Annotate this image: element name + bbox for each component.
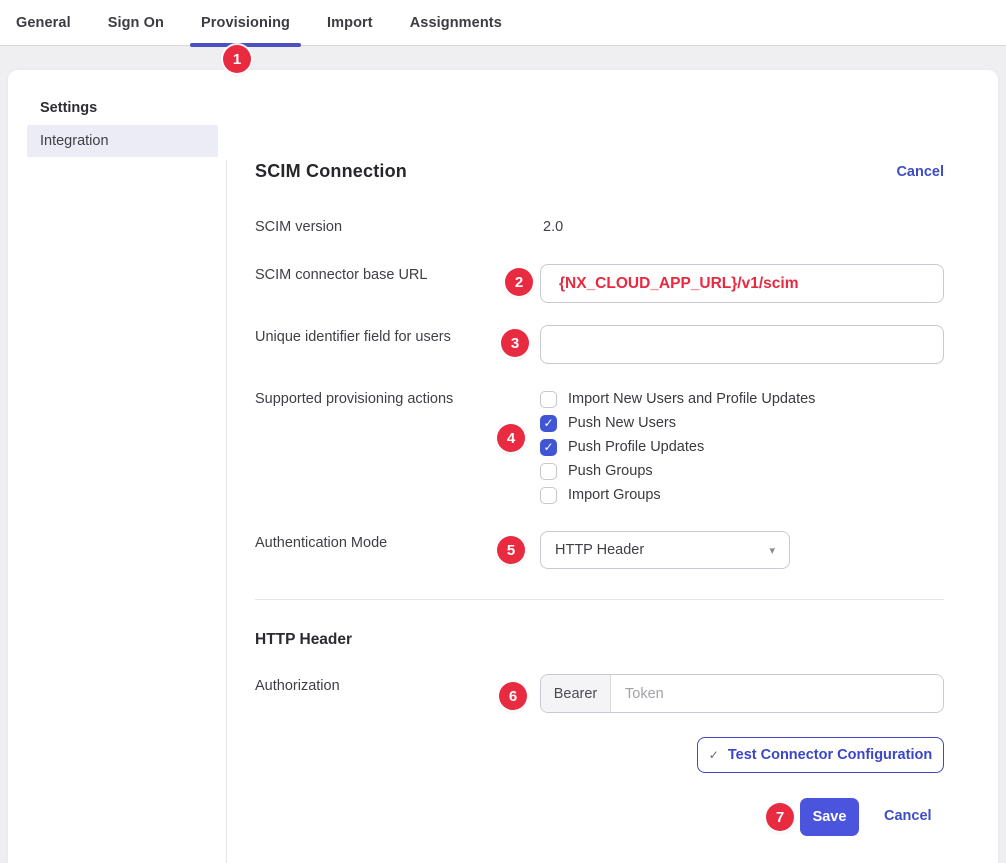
tab-provisioning[interactable]: Provisioning [201,0,290,46]
tab-assignments[interactable]: Assignments [410,0,502,46]
step-badge-6: 6 [499,682,527,710]
option-row-push-new-users: ✓ Push New Users [540,411,676,435]
option-label: Import New Users and Profile Updates [568,391,815,407]
auth-mode-label: Authentication Mode [255,535,387,551]
scim-version-label: SCIM version [255,219,342,235]
auth-mode-selected-value: HTTP Header [555,542,644,558]
test-connector-configuration-button[interactable]: ✓ Test Connector Configuration [697,737,944,773]
sidebar-item-integration[interactable]: Integration [27,125,218,157]
step-badge-3: 3 [501,329,529,357]
checkbox-push-groups[interactable]: ✓ [540,463,557,480]
step-badge-1: 1 [223,45,251,73]
step-badge-4: 4 [497,424,525,452]
option-row-push-profile-updates: ✓ Push Profile Updates [540,435,704,459]
checkbox-import-groups[interactable]: ✓ [540,487,557,504]
sidebar-section-settings: Settings [40,100,97,116]
check-icon: ✓ [543,441,553,453]
checkbox-push-new-users[interactable]: ✓ [540,415,557,432]
authorization-label: Authorization [255,678,340,694]
check-icon: ✓ [543,417,553,429]
auth-mode-select[interactable]: HTTP Header ▾ [540,531,790,569]
section-divider [255,599,944,600]
provisioning-actions-label: Supported provisioning actions [255,391,453,407]
unique-identifier-label: Unique identifier field for users [255,329,451,345]
option-row-push-groups: ✓ Push Groups [540,459,653,483]
checkbox-push-profile-updates[interactable]: ✓ [540,439,557,456]
sidebar-item-label: Integration [40,133,109,149]
step-badge-7: 7 [766,803,794,831]
authorization-input-group: Bearer [540,674,944,713]
tab-general[interactable]: General [16,0,71,46]
step-badge-5: 5 [497,536,525,564]
step-badge-2: 2 [505,268,533,296]
option-label: Push Groups [568,463,653,479]
base-url-label: SCIM connector base URL [255,267,427,283]
base-url-input[interactable] [540,264,944,303]
checkbox-import-new-users[interactable]: ✓ [540,391,557,408]
option-label: Import Groups [568,487,661,503]
check-icon: ✓ [709,748,719,762]
token-input[interactable] [611,675,943,712]
option-row-import-new-users: ✓ Import New Users and Profile Updates [540,387,815,411]
http-header-section-title: HTTP Header [255,631,352,649]
cancel-link-top[interactable]: Cancel [896,164,944,180]
sidebar-divider [226,160,227,863]
app-tab-bar: General Sign On Provisioning Import Assi… [0,0,1006,46]
cancel-link-bottom[interactable]: Cancel [884,808,932,824]
option-row-import-groups: ✓ Import Groups [540,483,661,507]
option-label: Push New Users [568,415,676,431]
page-title: SCIM Connection [255,161,407,182]
bearer-prefix-label: Bearer [541,675,611,712]
save-button[interactable]: Save [800,798,859,836]
chevron-down-icon: ▾ [769,544,775,557]
tab-sign-on[interactable]: Sign On [108,0,164,46]
tab-import[interactable]: Import [327,0,373,46]
scim-version-value: 2.0 [543,219,563,235]
unique-identifier-input[interactable] [540,325,944,364]
option-label: Push Profile Updates [568,439,704,455]
test-button-label: Test Connector Configuration [728,747,932,763]
